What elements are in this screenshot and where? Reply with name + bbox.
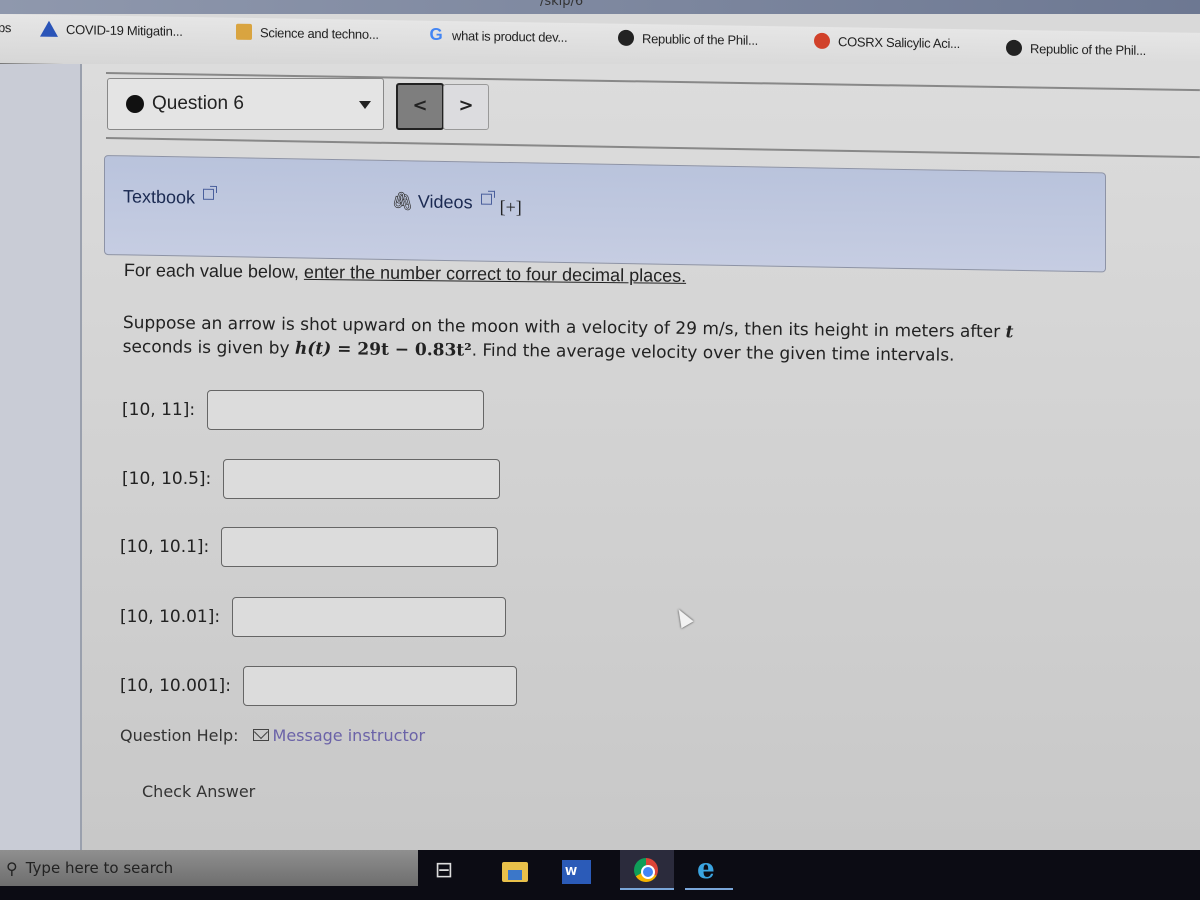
problem-statement: Suppose an arrow is shot upward on the m… <box>122 311 1082 369</box>
bookmark-label: Republic of the Phil... <box>642 30 758 48</box>
globe-icon <box>618 29 634 46</box>
answer-input-10-10.01[interactable] <box>232 597 507 637</box>
interval-label: [10, 10.01]: <box>120 607 221 627</box>
bookmark-republic-1[interactable]: Republic of the Phil... <box>618 29 758 48</box>
videos-link[interactable]: 🖇 Videos [+] <box>391 191 522 217</box>
textbook-label: Textbook <box>123 186 196 208</box>
question-help: Question Help: Message instructor <box>120 726 425 745</box>
globe-icon <box>1006 39 1022 57</box>
science-logo-icon <box>236 23 252 40</box>
interval-label: [10, 10.001]: <box>120 676 231 696</box>
answer-input-10-10.1[interactable] <box>221 527 499 567</box>
question-help-label: Question Help: <box>120 726 239 745</box>
triangle-logo-icon <box>40 20 58 37</box>
internet-explorer-icon[interactable]: e <box>685 850 733 890</box>
google-icon: G <box>429 24 443 44</box>
file-explorer-icon[interactable] <box>500 856 532 886</box>
taskbar-search-placeholder: Type here to search <box>25 859 174 877</box>
bookmark-google-search[interactable]: G what is product dev... <box>428 24 568 45</box>
variable-t: t <box>1005 322 1014 343</box>
question-status-dot-icon <box>126 95 144 113</box>
interval-label: [10, 10.1]: <box>120 537 210 557</box>
problem-text-2: seconds is given by <box>122 336 296 359</box>
answer-row: [10, 10.01]: <box>120 597 507 637</box>
address-bar-remnant: /skip/6 <box>0 0 1200 14</box>
bookmark-label: COVID-19 Mitigatin... <box>66 21 183 39</box>
formula: h(t) = 29t − 0.83t² <box>295 339 472 361</box>
answer-input-10-10.001[interactable] <box>242 666 517 706</box>
bookmark-label: COSRX Salicylic Aci... <box>838 33 960 51</box>
taskbar-search-box[interactable]: ⚲ Type here to search <box>0 850 418 886</box>
bookmark-label: ps <box>0 19 12 36</box>
bookmark-label: Science and techno... <box>260 24 379 42</box>
answer-row: [10, 10.5]: <box>122 459 501 499</box>
instruction-emphasis: enter the number correct to four decimal… <box>303 261 687 286</box>
expand-resources-button[interactable]: [+] <box>500 197 522 217</box>
next-question-button[interactable]: > <box>443 84 489 130</box>
bookmark-science[interactable]: Science and techno... <box>236 23 379 42</box>
answer-row: [10, 10.001]: <box>120 666 517 706</box>
bookmark-apps[interactable]: ps <box>0 20 11 35</box>
interval-label: [10, 11]: <box>122 400 196 420</box>
cosrx-icon <box>814 32 830 50</box>
check-answer-button[interactable]: Check Answer <box>140 778 257 805</box>
task-view-icon[interactable]: ⊟ <box>428 856 460 886</box>
search-icon: ⚲ <box>6 858 18 878</box>
external-link-icon <box>203 188 215 200</box>
bookmark-cosrx[interactable]: COSRX Salicylic Aci... <box>814 32 960 51</box>
question-select[interactable]: Question 6 <box>107 78 384 130</box>
answer-input-10-10.5[interactable] <box>223 459 501 499</box>
answer-row: [10, 11]: <box>122 390 485 430</box>
word-icon[interactable] <box>560 856 592 886</box>
formula-lhs: h(t) <box>294 338 332 360</box>
videos-label: Videos <box>417 191 473 213</box>
previous-question-button[interactable]: < <box>396 83 444 130</box>
bookmark-label: Republic of the Phil... <box>1030 40 1146 58</box>
message-instructor-label: Message instructor <box>272 726 426 745</box>
resources-panel: Textbook 🖇 Videos [+] <box>104 155 1106 273</box>
problem-text-3: . Find the average velocity over the giv… <box>471 340 955 366</box>
chevron-down-icon <box>359 101 371 109</box>
formula-rhs: = 29t − 0.83t² <box>331 339 472 361</box>
bookmark-republic-2[interactable]: Republic of the Phil... <box>1006 39 1146 58</box>
answer-row: [10, 10.1]: <box>120 527 499 567</box>
chrome-icon[interactable] <box>620 850 674 890</box>
answer-input-10-11[interactable] <box>207 390 485 430</box>
bookmark-label: what is product dev... <box>452 27 568 45</box>
url-fragment: /skip/6 <box>540 0 584 9</box>
left-sidebar-edge <box>0 64 82 850</box>
paperclip-icon: 🖇 <box>391 191 414 212</box>
external-link-icon <box>480 193 492 205</box>
question-select-label: Question 6 <box>152 93 244 114</box>
message-instructor-link[interactable]: Message instructor <box>252 726 426 745</box>
textbook-link[interactable]: Textbook <box>123 186 215 209</box>
mail-icon <box>252 729 269 741</box>
bookmark-covid[interactable]: COVID-19 Mitigatin... <box>40 20 183 39</box>
interval-label: [10, 10.5]: <box>122 469 212 489</box>
instruction-prefix: For each value below, <box>123 260 305 282</box>
